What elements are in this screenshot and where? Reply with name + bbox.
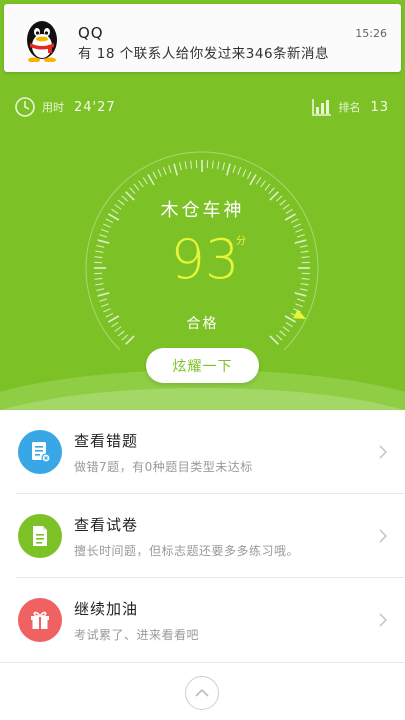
notification-app-name: QQ	[78, 24, 104, 42]
qq-penguin-icon	[27, 21, 57, 62]
chevron-right-icon	[379, 613, 388, 627]
notification-message: 有 18 个联系人给你发过来346条新消息	[78, 46, 330, 62]
chevron-right-icon	[379, 445, 388, 459]
ranking-value: 13	[370, 99, 389, 115]
exam-paper-icon	[18, 514, 62, 558]
qq-notification[interactable]: QQ 15:26 有 18 个联系人给你发过来346条新消息	[4, 4, 401, 72]
bottom-bar	[0, 662, 405, 720]
score-unit: 分	[236, 236, 246, 247]
ranking: 排名 13	[312, 96, 389, 118]
list-item-subtitle: 考试累了、进来看看吧	[74, 628, 200, 642]
gift-icon	[18, 598, 62, 642]
elapsed-time-label: 用时	[42, 101, 64, 114]
show-off-button[interactable]: 炫耀一下	[146, 348, 259, 383]
chevron-right-icon	[379, 529, 388, 543]
wrong-questions-icon	[18, 430, 62, 474]
list-item-exam-paper[interactable]: 查看试卷 擅长时间题，但标志题还要多多练习哦。	[0, 494, 405, 578]
ranking-label: 排名	[338, 101, 361, 114]
scroll-up-button[interactable]	[185, 676, 219, 710]
grade-label: 合格	[186, 316, 219, 332]
bar-chart-icon	[312, 99, 332, 116]
list-item-keep-going[interactable]: 继续加油 考试累了、进来看看吧	[0, 578, 405, 662]
list-item-title: 查看试卷	[74, 516, 139, 534]
list-item-subtitle: 做错7题，有0种题目类型未达标	[74, 460, 253, 474]
list-item-title: 继续加油	[74, 600, 139, 618]
rank-title: 木仓车神	[160, 200, 245, 221]
notification-time: 15:26	[355, 27, 387, 40]
elapsed-time: 用时 24'27	[14, 96, 116, 118]
list-item-wrong-questions[interactable]: 查看错题 做错7题，有0种题目类型未达标	[0, 410, 405, 494]
list-item-subtitle: 擅长时间题，但标志题还要多多练习哦。	[74, 544, 300, 558]
chevron-up-icon	[195, 688, 209, 697]
elapsed-time-value: 24'27	[74, 99, 116, 115]
list-item-title: 查看错题	[74, 432, 139, 450]
clock-icon	[15, 97, 35, 117]
